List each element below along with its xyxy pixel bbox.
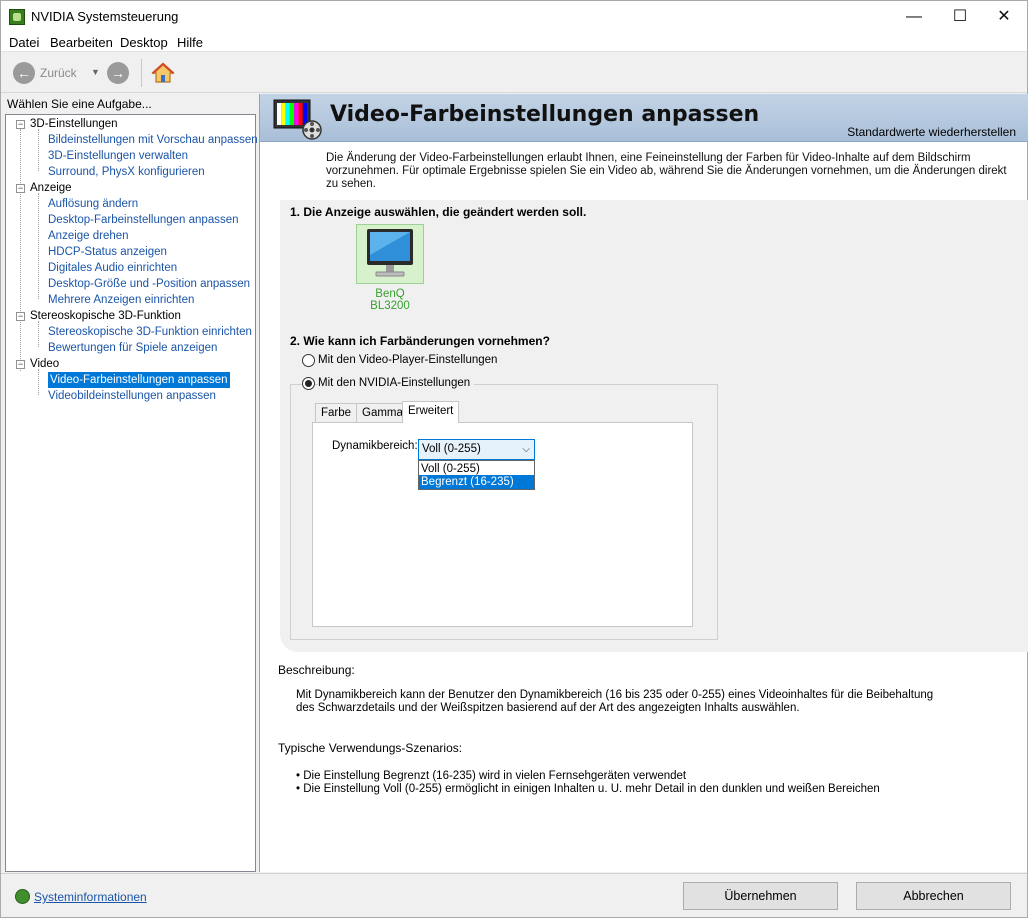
collapse-icon[interactable]: −	[16, 312, 25, 321]
tree-item[interactable]: Videobildeinstellungen anpassen	[48, 388, 216, 404]
tree-item[interactable]: Bildeinstellungen mit Vorschau anpassen	[48, 132, 258, 148]
dynamic-range-value: Voll (0-255)	[422, 443, 481, 455]
close-button[interactable]: ✕	[981, 1, 1027, 32]
history-dropdown-icon[interactable]: ▼	[91, 67, 100, 77]
bottom-bar: Systeminformationen Übernehmen Abbrechen	[1, 873, 1027, 917]
content-panel: Video-Farbeinstellungen anpassen Standar…	[259, 94, 1028, 872]
menu-bearbeiten[interactable]: Bearbeiten	[50, 35, 113, 50]
restore-defaults-link[interactable]: Standardwerte wiederherstellen	[847, 125, 1016, 139]
scenario-item: • Die Einstellung Voll (0-255) ermöglich…	[296, 783, 880, 795]
app-window: NVIDIA Systemsteuerung — ☐ ✕ Datei Bearb…	[0, 0, 1028, 918]
dropdown-option-voll[interactable]: Voll (0-255)	[419, 462, 534, 476]
collapse-icon[interactable]: −	[16, 120, 25, 129]
menu-datei[interactable]: Datei	[9, 35, 39, 50]
settings-section: 1. Die Anzeige auswählen, die geändert w…	[280, 200, 1028, 652]
system-info-link[interactable]: Systeminformationen	[34, 890, 147, 904]
dynamic-range-select[interactable]: Voll (0-255) ⌵	[418, 439, 535, 460]
scenario-item: • Die Einstellung Begrenzt (16-235) wird…	[296, 770, 687, 782]
toolbar: ← Zurück ▼ →	[1, 53, 1027, 93]
radio-video-player[interactable]	[302, 354, 315, 367]
tree-category-3d[interactable]: 3D-Einstellungen	[30, 116, 118, 132]
nvidia-app-icon	[9, 9, 25, 25]
description-text: Mit Dynamikbereich kann der Benutzer den…	[296, 689, 934, 714]
radio-nvidia-settings[interactable]	[302, 377, 315, 390]
tab-gamma[interactable]: Gamma	[356, 403, 409, 423]
tree-line	[38, 321, 39, 347]
tree-line	[38, 193, 39, 299]
dynamic-range-dropdown: Voll (0-255) Begrenzt (16-235)	[418, 460, 535, 490]
dynamic-range-label: Dynamikbereich:	[332, 440, 418, 452]
minimize-button[interactable]: —	[891, 1, 937, 32]
home-icon[interactable]	[151, 61, 175, 85]
tree-item[interactable]: Anzeige drehen	[48, 228, 129, 244]
radio-nvidia-settings-label[interactable]: Mit den NVIDIA-Einstellungen	[318, 377, 475, 389]
tree-item[interactable]: Digitales Audio einrichten	[48, 260, 177, 276]
apply-button[interactable]: Übernehmen	[683, 882, 838, 910]
back-label[interactable]: Zurück	[40, 66, 77, 80]
back-button[interactable]: ←	[13, 62, 35, 84]
tab-farbe[interactable]: Farbe	[315, 403, 358, 423]
page-banner: Video-Farbeinstellungen anpassen Standar…	[260, 94, 1028, 142]
cancel-button[interactable]: Abbrechen	[856, 882, 1011, 910]
step1-heading: 1. Die Anzeige auswählen, die geändert w…	[290, 205, 587, 219]
tab-erweitert[interactable]: Erweitert	[402, 401, 460, 423]
tree-item[interactable]: Mehrere Anzeigen einrichten	[48, 292, 194, 308]
tree-item[interactable]: Bewertungen für Spiele anzeigen	[48, 340, 217, 356]
tree-item[interactable]: HDCP-Status anzeigen	[48, 244, 167, 260]
tree-item[interactable]: Surround, PhysX konfigurieren	[48, 164, 205, 180]
tree-item[interactable]: Desktop-Größe und -Position anpassen	[48, 276, 250, 292]
menu-bar: Datei Bearbeiten Desktop Hilfe	[1, 32, 1027, 52]
display-name[interactable]: BenQ BL3200	[356, 288, 424, 312]
radio-video-player-label[interactable]: Mit den Video-Player-Einstellungen	[318, 354, 497, 366]
maximize-button[interactable]: ☐	[937, 1, 983, 32]
tree-item[interactable]: Auflösung ändern	[48, 196, 138, 212]
arrow-left-icon: ←	[17, 65, 31, 81]
menu-desktop[interactable]: Desktop	[120, 35, 168, 50]
toolbar-separator	[141, 59, 142, 87]
collapse-icon[interactable]: −	[16, 360, 25, 369]
task-tree: − 3D-Einstellungen Bildeinstellungen mit…	[5, 114, 258, 872]
video-color-icon	[273, 99, 322, 140]
monitor-icon	[367, 229, 413, 277]
tree-line	[38, 129, 39, 171]
chevron-down-icon: ⌵	[522, 444, 530, 455]
page-title: Video-Farbeinstellungen anpassen	[330, 102, 760, 127]
task-label: Wählen Sie eine Aufgabe...	[7, 97, 152, 111]
tree-line	[20, 129, 21, 371]
collapse-icon[interactable]: −	[16, 184, 25, 193]
tree-category-video[interactable]: Video	[30, 356, 59, 372]
tree-item-selected[interactable]: Video-Farbeinstellungen anpassen	[47, 371, 231, 389]
display-tile[interactable]	[356, 224, 424, 284]
tree-item[interactable]: Desktop-Farbeinstellungen anpassen	[48, 212, 239, 228]
tree-line	[38, 369, 39, 395]
intro-text: Die Änderung der Video-Farbeinstellungen…	[326, 152, 1007, 190]
forward-button[interactable]: →	[107, 62, 129, 84]
tree-item[interactable]: Stereoskopische 3D-Funktion einrichten	[48, 324, 252, 340]
dropdown-option-begrenzt[interactable]: Begrenzt (16-235)	[419, 475, 534, 489]
menu-hilfe[interactable]: Hilfe	[177, 35, 203, 50]
system-info-icon[interactable]	[15, 889, 30, 904]
title-bar: NVIDIA Systemsteuerung — ☐ ✕	[1, 1, 1027, 32]
tree-category-anzeige[interactable]: Anzeige	[30, 180, 72, 196]
arrow-right-icon: →	[111, 65, 125, 81]
step2-heading: 2. Wie kann ich Farbänderungen vornehmen…	[290, 334, 550, 348]
window-title: NVIDIA Systemsteuerung	[31, 9, 179, 24]
description-heading: Beschreibung:	[278, 663, 355, 677]
tree-item[interactable]: 3D-Einstellungen verwalten	[48, 148, 188, 164]
tree-category-stereo[interactable]: Stereoskopische 3D-Funktion	[30, 308, 181, 324]
scenarios-heading: Typische Verwendungs-Szenarios:	[278, 741, 463, 755]
